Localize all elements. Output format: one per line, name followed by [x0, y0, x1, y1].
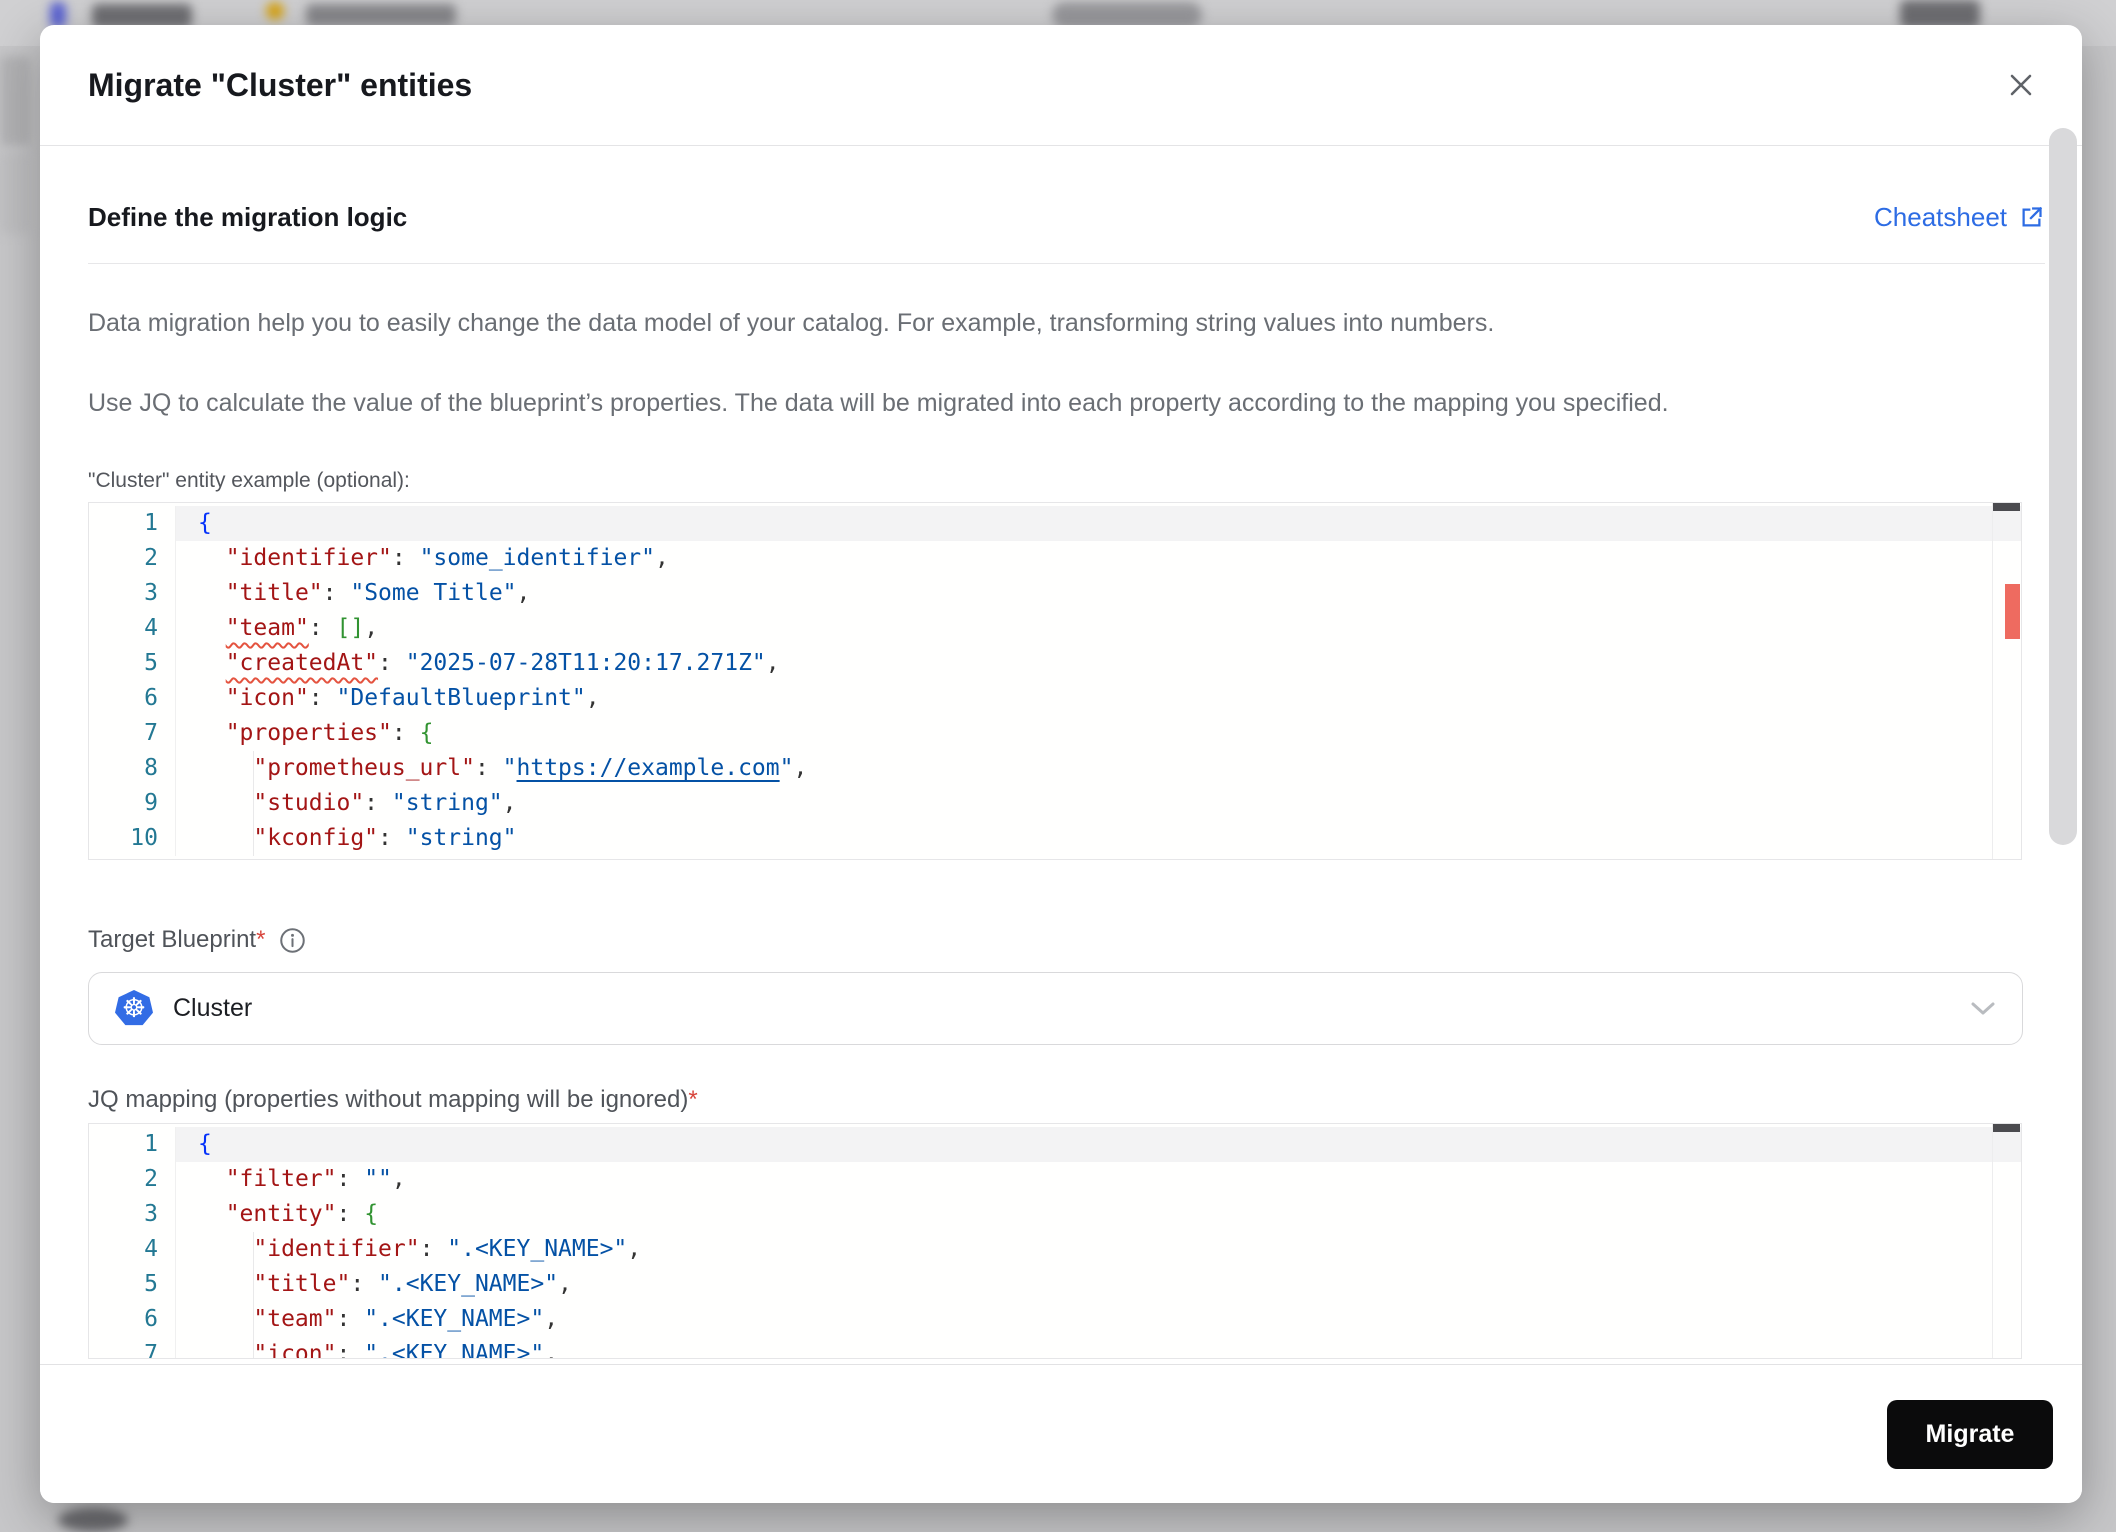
entity-example-label: "Cluster" entity example (optional): [88, 469, 410, 492]
code-line[interactable]: 5 "title": ".<KEY_NAME>", [89, 1267, 2021, 1302]
code-text: "properties": { [225, 720, 434, 746]
code-text: "icon": ".<KEY_NAME>", [253, 1341, 559, 1359]
code-text: "createdAt": "2025-07-28T11:20:17.271Z", [225, 650, 780, 676]
code-text: "entity": { [225, 1201, 379, 1227]
line-number: 10 [89, 821, 176, 856]
code-text: { [176, 506, 2021, 541]
dialog-header: Migrate "Cluster" entities [40, 25, 2082, 146]
code-text: "team": ".<KEY_NAME>", [253, 1306, 559, 1332]
code-line[interactable]: 1{ [89, 1127, 2021, 1162]
line-number: 6 [89, 681, 176, 716]
code-line[interactable]: 3 "title": "Some Title", [89, 576, 2021, 611]
line-number: 5 [89, 1267, 176, 1302]
indent-guide [253, 1232, 254, 1358]
code-line[interactable]: 7 "properties": { [89, 716, 2021, 751]
editor-scrollbar-gutter [1992, 503, 1993, 859]
code-line[interactable]: 2 "filter": "", [89, 1162, 2021, 1197]
code-text: "team": [], [225, 615, 379, 641]
cheatsheet-link-label: Cheatsheet [1874, 202, 2007, 232]
code-line[interactable]: 4 "team": [], [89, 611, 2021, 646]
dialog-title: Migrate "Cluster" entities [88, 66, 473, 103]
target-blueprint-select[interactable]: ☸ Cluster [88, 972, 2023, 1045]
external-link-icon [2022, 206, 2043, 227]
dialog-body: Define the migration logic Cheatsheet Da… [40, 146, 2082, 1359]
entity-example-code-editor[interactable]: 1{2 "identifier": "some_identifier", 3 "t… [88, 502, 2022, 860]
code-line[interactable]: 1{ [89, 506, 2021, 541]
background-breadcrumb-blob [306, 4, 456, 26]
line-number: 8 [89, 751, 176, 786]
code-line[interactable]: 3 "entity": { [89, 1197, 2021, 1232]
required-asterisk: * [256, 926, 266, 953]
cheatsheet-link[interactable]: Cheatsheet [1874, 202, 2045, 233]
background-toolbar-icons [1900, 0, 1980, 28]
migrate-button[interactable]: Migrate [1887, 1399, 2053, 1469]
kubernetes-icon: ☸ [115, 990, 153, 1026]
background-sidebar-blob [0, 56, 30, 146]
editor-scrollbar-thumb[interactable] [1993, 1124, 2020, 1132]
code-line[interactable]: 9 "studio": "string", [89, 786, 2021, 821]
section-divider [88, 263, 2045, 264]
jq-mapping-code-editor[interactable]: 1{2 "filter": "", 3 "entity": {4 "identif… [88, 1123, 2022, 1359]
code-text: "icon": "DefaultBlueprint", [225, 685, 600, 711]
close-icon [2010, 74, 2032, 96]
info-icon[interactable] [279, 927, 306, 954]
target-blueprint-label-row: Target Blueprint* [88, 926, 2022, 954]
section-heading-row: Define the migration logic Cheatsheet [88, 202, 2045, 233]
description-paragraph-2: Use JQ to calculate the value of the blu… [88, 389, 1669, 417]
description-paragraph-1: Data migration help you to easily change… [88, 309, 1495, 337]
line-number: 2 [89, 1162, 176, 1197]
code-text: "studio": "string", [253, 790, 517, 816]
target-blueprint-label: Target Blueprint* [88, 926, 266, 953]
code-line[interactable]: 5 "createdAt": "2025-07-28T11:20:17.271Z… [89, 646, 2021, 681]
line-number: 4 [89, 1232, 176, 1267]
code-text: "title": ".<KEY_NAME>", [253, 1271, 572, 1297]
code-line[interactable]: 7 "icon": ".<KEY_NAME>", [89, 1337, 2021, 1359]
indent-guide [253, 751, 254, 856]
code-text: "kconfig": "string" [253, 825, 517, 851]
line-number: 4 [89, 611, 176, 646]
line-number: 1 [89, 1127, 176, 1162]
error-overview-marker [2005, 584, 2020, 639]
code-text: "identifier": ".<KEY_NAME>", [253, 1236, 642, 1262]
line-number: 6 [89, 1302, 176, 1337]
code-line[interactable]: 2 "identifier": "some_identifier", [89, 541, 2021, 576]
code-text: { [176, 1127, 2021, 1162]
line-number: 7 [89, 716, 176, 751]
code-line[interactable]: 6 "icon": "DefaultBlueprint", [89, 681, 2021, 716]
modal-scrollbar[interactable] [2049, 128, 2077, 845]
migrate-entities-dialog: Migrate "Cluster" entities Define the mi… [40, 25, 2082, 1503]
required-asterisk: * [688, 1086, 698, 1113]
code-text: "prometheus_url": "https://example.com", [253, 755, 808, 781]
code-line[interactable]: 10 "kconfig": "string" [89, 821, 2021, 856]
background-sidebar-blob [0, 152, 30, 234]
line-number: 9 [89, 786, 176, 821]
background-status-dot [266, 2, 284, 20]
code-text: "filter": "", [225, 1166, 406, 1192]
chevron-down-icon [1971, 1002, 1995, 1015]
code-line[interactable]: 8 "prometheus_url": "https://example.com… [89, 751, 2021, 786]
line-number: 3 [89, 1197, 176, 1232]
dialog-footer: Migrate [40, 1364, 2082, 1503]
editor-scrollbar-gutter [1992, 1124, 1993, 1358]
section-heading: Define the migration logic [88, 202, 408, 232]
background-smudge [58, 1508, 128, 1532]
line-number: 2 [89, 541, 176, 576]
jq-mapping-label: JQ mapping (properties without mapping w… [88, 1086, 698, 1113]
line-number: 1 [89, 506, 176, 541]
close-button[interactable] [2004, 68, 2038, 102]
line-number: 5 [89, 646, 176, 681]
target-blueprint-value: Cluster [173, 994, 253, 1022]
code-text: "title": "Some Title", [225, 580, 531, 606]
code-line[interactable]: 4 "identifier": ".<KEY_NAME>", [89, 1232, 2021, 1267]
code-line[interactable]: 6 "team": ".<KEY_NAME>", [89, 1302, 2021, 1337]
editor-scrollbar-thumb[interactable] [1993, 503, 2020, 511]
line-number: 7 [89, 1337, 176, 1358]
code-text: "identifier": "some_identifier", [225, 545, 669, 571]
line-number: 3 [89, 576, 176, 611]
